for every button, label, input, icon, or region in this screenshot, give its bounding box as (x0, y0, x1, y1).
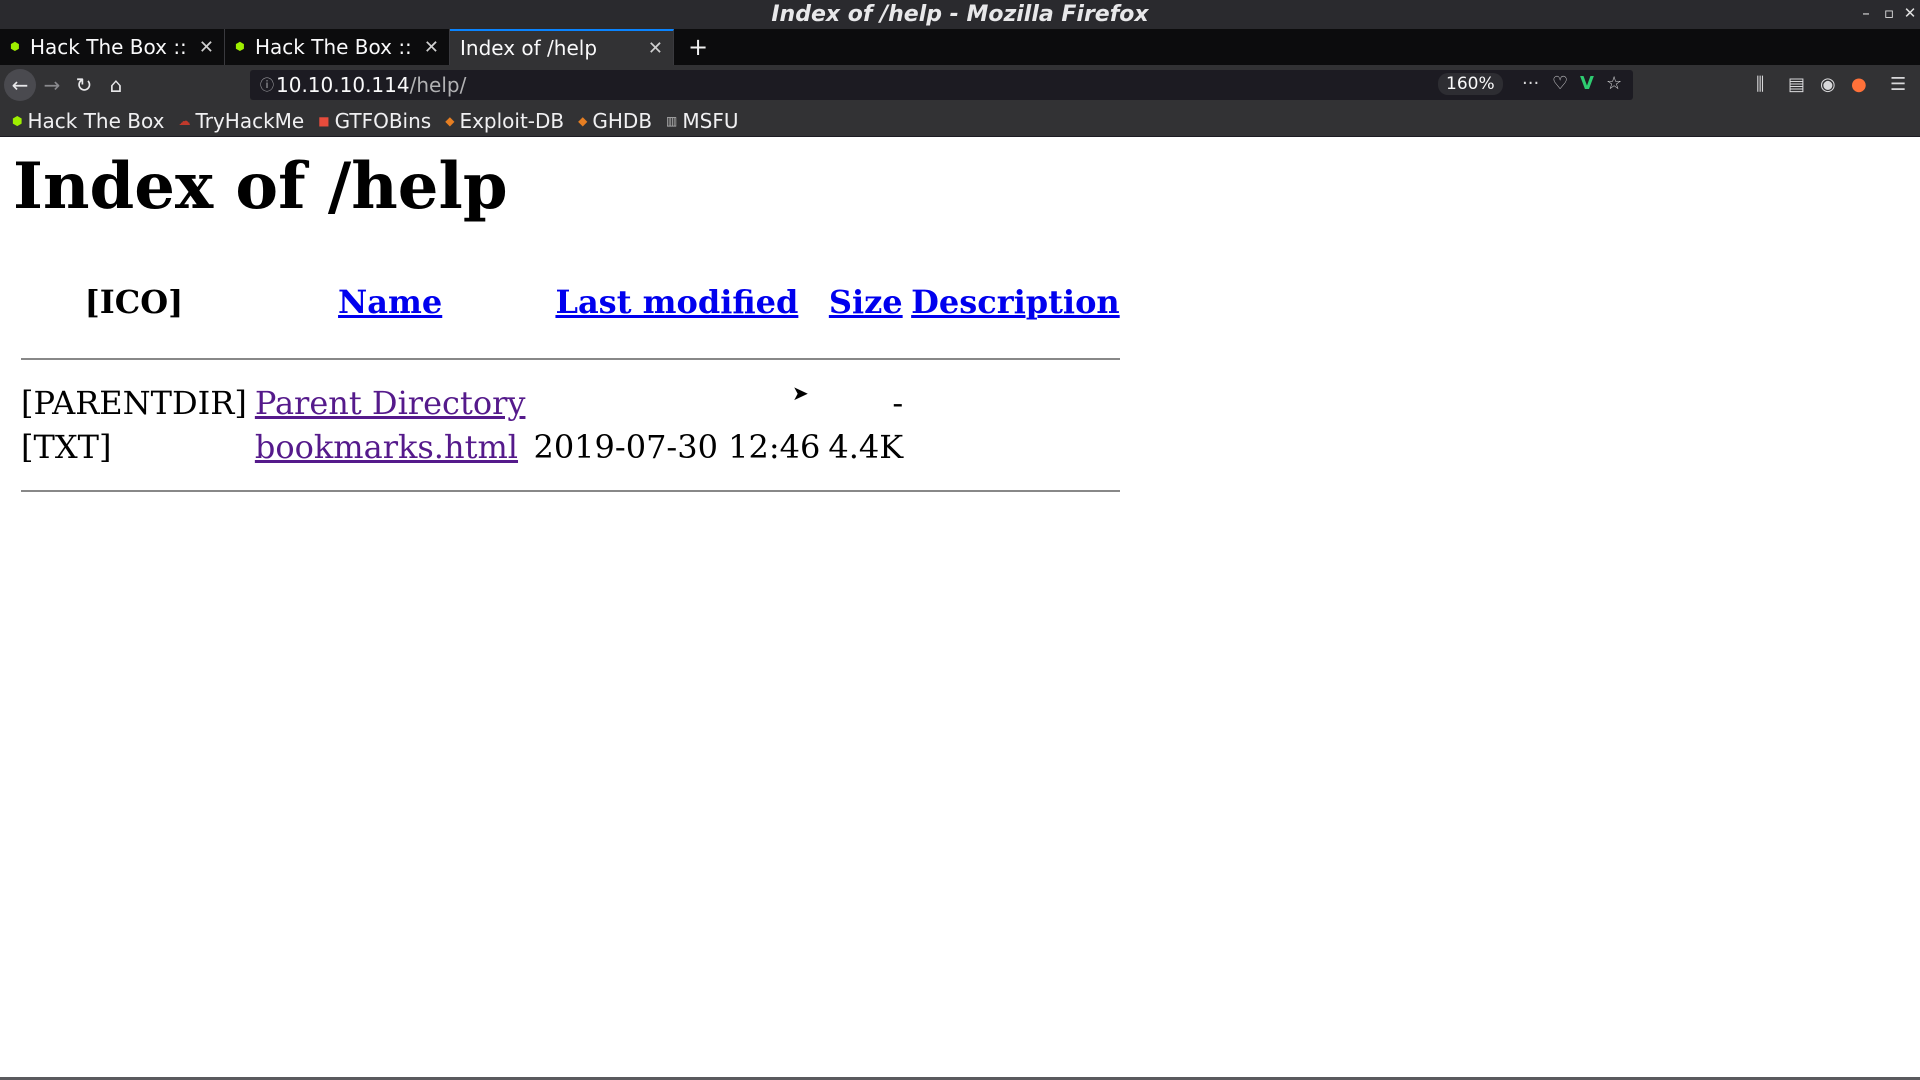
row-name: bookmarks.html (253, 425, 528, 469)
bookmark-msfu[interactable]: ▥ MSFU (666, 109, 738, 133)
header-name: Name (253, 267, 528, 337)
row-description (909, 381, 1122, 425)
extension-icon[interactable]: ● (1851, 74, 1867, 95)
bookmark-label: Hack The Box (27, 108, 165, 133)
reload-button[interactable]: ↻ (68, 69, 100, 101)
sidebar-icon[interactable]: ▤ (1788, 74, 1805, 95)
row-size: - (892, 384, 904, 422)
table-row: [PARENTDIR] Parent Directory - (19, 381, 1122, 425)
table-header-row: [ICO] Name Last modified Size Descriptio… (19, 267, 1122, 337)
bookmark-tryhackme[interactable]: ☁ TryHackMe (178, 109, 304, 133)
window-title: Index of /help - Mozilla Firefox (763, 2, 1157, 27)
info-icon[interactable]: ⓘ (260, 75, 276, 95)
thm-icon: ☁ (178, 113, 191, 128)
row-name: Parent Directory (253, 381, 528, 425)
url-host: 10.10.10.114 (276, 73, 410, 97)
forward-button[interactable]: → (36, 69, 68, 101)
header-description: Description (909, 267, 1122, 337)
htb-icon: ⬢ (12, 113, 23, 128)
pocket-icon[interactable]: ♡ (1552, 73, 1568, 94)
page-content: Index of /help [ICO] Name Last modified … (0, 137, 1920, 1077)
separator-line (21, 489, 1120, 493)
page-actions-icon[interactable]: ··· (1522, 73, 1539, 94)
tab-hack-the-box-1[interactable]: ⬢ Hack The Box :: M ✕ (0, 29, 225, 65)
vue-devtools-icon[interactable]: V (1580, 73, 1594, 94)
bookmarks-toolbar: ⬢ Hack The Box ☁ TryHackMe ■ GTFOBins ◆ … (0, 105, 1920, 137)
library-icon[interactable]: ⫼ (1756, 74, 1764, 95)
ghdb-icon: ◆ (578, 113, 588, 128)
exploitdb-icon: ◆ (445, 113, 455, 128)
bookmark-ghdb[interactable]: ◆ GHDB (578, 109, 652, 133)
bookmark-hack-the-box[interactable]: ⬢ Hack The Box (12, 109, 164, 133)
htb-icon: ⬢ (235, 40, 245, 53)
page-title: Index of /help (13, 149, 508, 224)
row-last-modified: 2019-07-30 12:46 (533, 428, 821, 466)
tab-label: Index of /help (460, 36, 598, 60)
tab-label: Hack The Box :: M (30, 35, 191, 59)
bookmark-label: GTFOBins (334, 108, 432, 133)
close-tab-icon[interactable]: ✕ (424, 37, 439, 58)
new-tab-button[interactable]: + (674, 29, 722, 65)
close-tab-icon[interactable]: ✕ (199, 37, 214, 58)
bookmark-exploit-db[interactable]: ◆ Exploit-DB (445, 109, 564, 133)
window-title-bar: Bitlab.ctb - /r ryTree 0.38.8 Index of /… (0, 0, 1920, 29)
msfu-icon: ▥ (666, 113, 678, 128)
url-path: /help/ (409, 73, 467, 97)
bookmark-star-icon[interactable]: ☆ (1606, 73, 1622, 94)
row-icon: [TXT] (21, 428, 112, 466)
zoom-level-button[interactable]: 160% (1438, 73, 1503, 95)
back-button[interactable]: ← (4, 69, 36, 101)
directory-listing-table: [ICO] Name Last modified Size Descriptio… (15, 267, 1126, 513)
mouse-cursor-icon: ➤ (792, 381, 809, 405)
bookmark-label: MSFU (682, 108, 739, 133)
htb-icon: ⬢ (10, 40, 20, 53)
header-size: Size (826, 267, 905, 337)
header-last-modified: Last modified (531, 267, 822, 337)
parent-directory-link[interactable]: Parent Directory (255, 384, 526, 422)
row-last-modified (531, 381, 822, 425)
menu-icon[interactable]: ☰ (1890, 74, 1906, 95)
tab-hack-the-box-2[interactable]: ⬢ Hack The Box :: B ✕ (225, 29, 450, 65)
gtfobins-icon: ■ (318, 113, 330, 128)
account-icon[interactable]: ◉ (1820, 74, 1836, 95)
row-size: 4.4K (828, 428, 904, 466)
close-window-icon[interactable]: ✕ (1900, 4, 1920, 22)
bookmark-label: TryHackMe (195, 108, 305, 133)
sort-by-size-link[interactable]: Size (829, 283, 903, 321)
sort-by-last-modified-link[interactable]: Last modified (555, 283, 798, 321)
separator-row (19, 469, 1122, 513)
navigation-toolbar: ← → ↻ ⌂ ⓘ 10.10.10.114/help/ 160% ··· ♡ … (0, 65, 1920, 105)
row-description (909, 425, 1122, 469)
separator-row (19, 337, 1122, 381)
tab-label: Hack The Box :: B (255, 35, 416, 59)
tab-strip: ⬢ Hack The Box :: M ✕ ⬢ Hack The Box :: … (0, 29, 1920, 65)
bookmarks-html-link[interactable]: bookmarks.html (255, 428, 518, 466)
bookmark-gtfobins[interactable]: ■ GTFOBins (318, 109, 431, 133)
url-bar[interactable]: ⓘ 10.10.10.114/help/ 160% ··· ♡ V ☆ (250, 70, 1633, 100)
bookmark-label: Exploit-DB (459, 108, 565, 133)
sort-by-description-link[interactable]: Description (911, 283, 1120, 321)
row-icon: [PARENTDIR] (21, 384, 247, 422)
separator-line (21, 357, 1120, 361)
home-button[interactable]: ⌂ (100, 69, 132, 101)
minimize-icon[interactable]: – (1856, 4, 1876, 22)
tab-index-of-help[interactable]: Index of /help ✕ (450, 29, 674, 65)
sort-by-name-link[interactable]: Name (338, 283, 442, 321)
close-tab-icon[interactable]: ✕ (648, 38, 663, 59)
maximize-icon[interactable]: ▫ (1879, 4, 1899, 22)
table-row: [TXT] bookmarks.html 2019-07-30 12:46 4.… (19, 425, 1122, 469)
bookmark-label: GHDB (592, 108, 653, 133)
header-icon: [ICO] (84, 283, 184, 321)
